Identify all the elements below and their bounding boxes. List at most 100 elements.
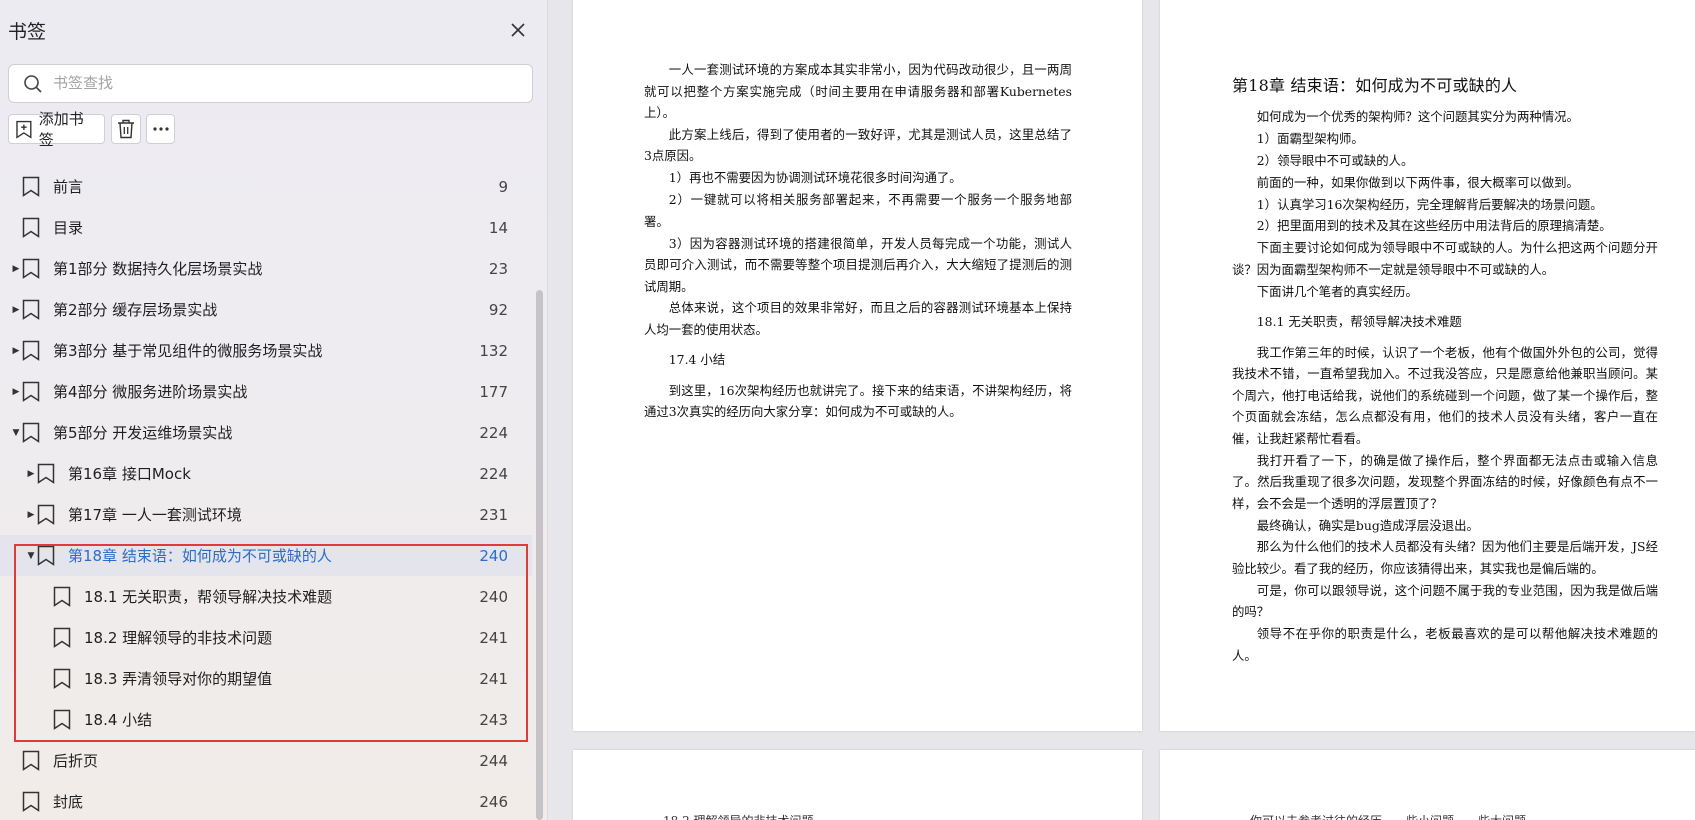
bookmark-icon — [22, 791, 40, 812]
bookmark-icon — [53, 668, 71, 689]
bookmark-item[interactable]: ▶ 第3部分 基于常见组件的微服务场景实战 132 — [0, 330, 532, 371]
page-bottom-left-text: 18.2 理解领导的非技术问题 — [663, 812, 814, 820]
bookmark-page-number: 240 — [479, 546, 508, 565]
bookmark-item[interactable]: 18.1 无关职责，帮领导解决技术难题 240 — [0, 576, 532, 617]
paragraph: 总体来说，这个项目的效果非常好，而且之后的容器测试环境基本上保持人均一套的使用状… — [644, 300, 1072, 337]
bookmark-item[interactable]: ▼ 第18章 结束语：如何成为不可或缺的人 240 — [0, 535, 532, 576]
paragraph: 此方案上线后，得到了使用者的一致好评，尤其是测试人员，这里总结了3点原因。 — [644, 126, 1072, 164]
bookmark-label: 18.2 理解领导的非技术问题 — [84, 629, 273, 647]
paragraph: 2）把里面用到的技术及其在这些经历中用法背后的原理搞清楚。 — [1256, 218, 1612, 234]
bookmark-label: 第16章 接口Mock — [68, 465, 191, 483]
add-bookmark-button[interactable]: 添加书签 — [8, 110, 105, 149]
bookmark-icon — [22, 750, 40, 771]
collapse-arrow-icon[interactable]: ▼ — [26, 551, 36, 561]
bookmark-icon — [22, 340, 40, 361]
bookmark-label: 第5部分 开发运维场景实战 — [53, 424, 233, 442]
section-heading: 18.1 无关职责，帮领导解决技术难题 — [1256, 314, 1462, 330]
bookmark-icon — [53, 586, 71, 607]
page-left-text: 一人一套测试环境的方案成本其实非常小，因为代码改动很少，且一两周就可以把整个方案… — [644, 59, 1072, 423]
expand-arrow-icon[interactable]: ▶ — [26, 510, 36, 520]
bookmark-page-number: 243 — [479, 710, 508, 729]
page-left: 一人一套测试环境的方案成本其实非常小，因为代码改动很少，且一两周就可以把整个方案… — [573, 0, 1142, 731]
search-icon — [24, 74, 42, 93]
paragraph: 领导不在乎你的职责是什么，老板最喜欢的是可以帮他解决技术难题的人。 — [1232, 626, 1658, 663]
paragraph: 那么为什么他们的技术人员都没有头绪？因为他们主要是后端开发，JS经验比较少。看了… — [1232, 539, 1658, 576]
bookmark-page-number: 241 — [479, 628, 508, 647]
delete-bookmark-button[interactable] — [111, 114, 141, 144]
sidebar-scrollbar[interactable] — [536, 290, 543, 820]
sidebar-title: 书签 — [8, 21, 47, 43]
bookmark-page-number: 23 — [488, 259, 508, 278]
paragraph: 2）领导眼中不可或缺的人。 — [1256, 152, 1414, 168]
paragraph: 1）认真学习16次架构经历，完全理解背后要解决的场景问题。 — [1256, 196, 1603, 212]
bookmark-item[interactable]: 18.4 小结 243 — [0, 699, 532, 740]
page-right: 第18章 结束语：如何成为不可或缺的人 如何成为一个优秀的架构师？这个问题其实分… — [1160, 0, 1695, 731]
collapse-arrow-icon[interactable]: ▼ — [11, 428, 21, 438]
expand-arrow-icon[interactable]: ▶ — [11, 346, 21, 356]
search-input[interactable] — [53, 75, 493, 92]
bookmark-item[interactable]: ▶ 第17章 一人一套测试环境 231 — [0, 494, 532, 535]
bookmark-page-number: 246 — [479, 792, 508, 811]
bookmark-item[interactable]: ▶ 第1部分 数据持久化层场景实战 23 — [0, 248, 532, 289]
paragraph: 到这里，16次架构经历也就讲完了。接下来的结束语，不讲架构经历，将通过3次真实的… — [644, 382, 1072, 420]
page-bottom-right: 你可以去参考过往的经历，一些小问题，一些大问题 — [1160, 750, 1695, 820]
close-button[interactable] — [505, 17, 531, 43]
bookmark-page-number: 224 — [479, 423, 508, 442]
bookmark-icon — [37, 504, 55, 525]
bookmark-icon — [53, 627, 71, 648]
trash-icon — [118, 119, 134, 139]
more-options-button[interactable] — [146, 114, 175, 144]
paragraph: 下面主要讨论如何成为领导眼中不可或缺的人。为什么把这两个问题分开谈？因为面霸型架… — [1232, 240, 1658, 277]
bookmark-sidebar: 书签 添加书签 前言 9 目录 14 ▶ 第1部分 数据持久化层场景实战 23 ▶ 第2部分 缓… — [0, 0, 548, 820]
bookmark-label: 18.1 无关职责，帮领导解决技术难题 — [84, 588, 333, 606]
paragraph: 最终确认，确实是bug造成浮层没退出。 — [1256, 517, 1479, 533]
bookmark-page-number: 132 — [479, 341, 508, 360]
paragraph: 如何成为一个优秀的架构师？这个问题其实分为两种情况。 — [1256, 109, 1579, 124]
bookmark-item[interactable]: ▶ 第16章 接口Mock 224 — [0, 453, 532, 494]
bookmark-item[interactable]: 后折页 244 — [0, 740, 532, 781]
expand-arrow-icon[interactable]: ▶ — [11, 387, 21, 397]
bookmark-icon — [37, 545, 55, 566]
paragraph: 我打开看了一下，的确是做了操作后，整个界面都无法点击或输入信息了。然后我重现了很… — [1232, 452, 1658, 511]
bookmark-search-box[interactable] — [8, 64, 533, 103]
bookmark-label: 第17章 一人一套测试环境 — [68, 506, 242, 524]
bookmark-label: 目录 — [53, 219, 84, 237]
expand-arrow-icon[interactable]: ▶ — [11, 305, 21, 315]
expand-arrow-icon[interactable]: ▶ — [11, 264, 21, 274]
bookmark-page-number: 9 — [498, 177, 508, 196]
bookmark-item[interactable]: 封底 246 — [0, 781, 532, 820]
bookmark-label: 18.4 小结 — [84, 711, 153, 729]
bookmark-label: 第4部分 微服务进阶场景实战 — [53, 383, 248, 401]
bookmark-item[interactable]: ▶ 第2部分 缓存层场景实战 92 — [0, 289, 532, 330]
bookmark-item[interactable]: 18.2 理解领导的非技术问题 241 — [0, 617, 532, 658]
more-icon — [152, 127, 169, 131]
bookmark-icon — [37, 463, 55, 484]
add-bookmark-label: 添加书签 — [38, 110, 84, 149]
bookmark-label: 封底 — [53, 793, 84, 811]
paragraph: 我工作第三年的时候，认识了一个老板，他有个做国外外包的公司，觉得我技术不错，一直… — [1232, 344, 1658, 446]
bookmark-icon — [53, 709, 71, 730]
bookmark-icon — [22, 299, 40, 320]
bookmark-label: 第3部分 基于常见组件的微服务场景实战 — [53, 342, 323, 360]
bookmark-page-number: 224 — [479, 464, 508, 483]
bookmark-label: 第18章 结束语：如何成为不可或缺的人 — [68, 547, 332, 565]
document-viewer[interactable]: 一人一套测试环境的方案成本其实非常小，因为代码改动很少，且一两周就可以把整个方案… — [549, 0, 1695, 820]
bookmark-page-number: 231 — [479, 505, 508, 524]
bookmark-item[interactable]: 目录 14 — [0, 207, 532, 248]
paragraph: 1）再也不需要因为协调测试环境花很多时间沟通了。 — [668, 170, 962, 186]
bookmark-item[interactable]: ▶ 第4部分 微服务进阶场景实战 177 — [0, 371, 532, 412]
bookmark-icon — [22, 176, 40, 197]
bookmark-label: 后折页 — [53, 752, 99, 770]
bookmark-icon — [22, 381, 40, 402]
paragraph: 前面的一种，如果你做到以下两件事，很大概率可以做到。 — [1256, 174, 1579, 190]
bookmark-label: 第2部分 缓存层场景实战 — [53, 301, 218, 319]
page-bottom-left: 18.2 理解领导的非技术问题 — [573, 750, 1142, 820]
close-icon — [511, 23, 525, 37]
bookmark-icon — [22, 258, 40, 279]
expand-arrow-icon[interactable]: ▶ — [26, 469, 36, 479]
bookmark-item[interactable]: 前言 9 — [0, 166, 532, 207]
bookmark-item[interactable]: ▼ 第5部分 开发运维场景实战 224 — [0, 412, 532, 453]
bookmark-item[interactable]: 18.3 弄清领导对你的期望值 241 — [0, 658, 532, 699]
paragraph: 一人一套测试环境的方案成本其实非常小，因为代码改动很少，且一两周就可以把整个方案… — [644, 62, 1072, 120]
paragraph: 可是，你可以跟领导说，这个问题不属于我的专业范围，因为我是做后端的吗？ — [1232, 582, 1658, 620]
